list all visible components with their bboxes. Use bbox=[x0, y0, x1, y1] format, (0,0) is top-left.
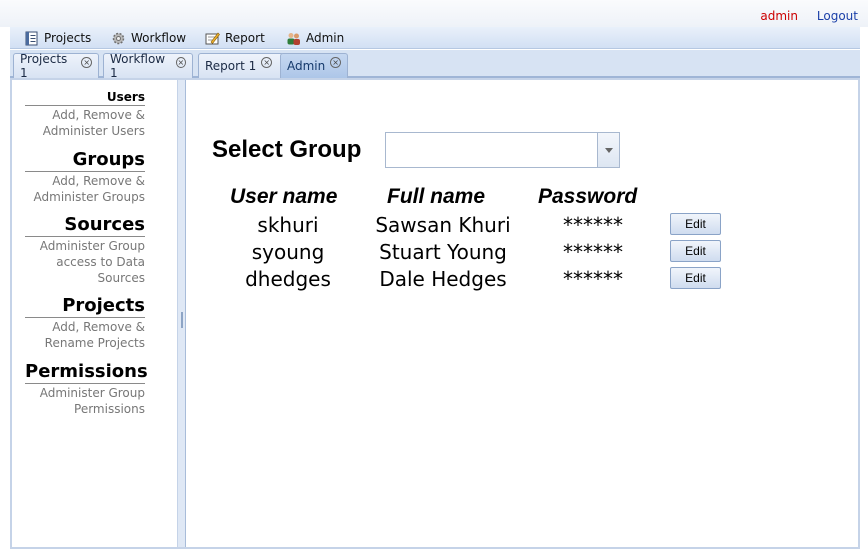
admin-sidebar: Users Add, Remove & Administer Users Gro… bbox=[12, 80, 178, 547]
close-icon[interactable]: × bbox=[175, 56, 186, 68]
group-select[interactable] bbox=[385, 132, 620, 168]
sidebar-item-groups[interactable]: Groups Add, Remove & Administer Groups bbox=[25, 149, 145, 205]
edit-button[interactable]: Edit bbox=[670, 267, 721, 289]
menu-item-admin[interactable]: Admin bbox=[286, 27, 344, 49]
sidebar-item-projects[interactable]: Projects Add, Remove & Rename Projects bbox=[25, 295, 145, 351]
tab-admin[interactable]: Admin × bbox=[280, 53, 348, 78]
sidebar-item-title: Sources bbox=[25, 214, 145, 237]
tab-workflow-1[interactable]: Workflow 1 × bbox=[103, 52, 193, 80]
sidebar-item-desc: Administer Group Permissions bbox=[39, 386, 145, 416]
cell-password: ****** bbox=[563, 267, 623, 291]
menu-item-workflow[interactable]: Workflow bbox=[111, 27, 186, 49]
sidebar-item-sources[interactable]: Sources Administer Group access to Data … bbox=[25, 214, 145, 286]
tab-projects-1[interactable]: Projects 1 × bbox=[13, 52, 99, 80]
projects-icon bbox=[25, 31, 38, 45]
tab-label: Report 1 bbox=[205, 59, 257, 73]
close-icon[interactable]: × bbox=[330, 56, 341, 68]
tab-label: Workflow 1 bbox=[110, 52, 166, 80]
sidebar-item-permissions[interactable]: Permissions Administer Group Permissions bbox=[25, 361, 148, 417]
sidebar-item-desc: Add, Remove & Administer Users bbox=[42, 108, 145, 138]
sidebar-item-title: Users bbox=[25, 90, 145, 106]
top-bar: admin Logout bbox=[0, 0, 868, 27]
sidebar-item-title: Projects bbox=[25, 295, 145, 318]
tab-label: Admin bbox=[287, 59, 326, 73]
chevron-down-icon[interactable] bbox=[597, 133, 619, 167]
menu-label: Report bbox=[225, 31, 265, 45]
select-group-label: Select Group bbox=[212, 136, 362, 163]
cell-username: syoung bbox=[251, 240, 325, 264]
sidebar-item-desc: Add, Remove & Administer Groups bbox=[33, 174, 145, 204]
menu-label: Workflow bbox=[131, 31, 187, 45]
cell-username: dhedges bbox=[245, 267, 331, 291]
sidebar-item-desc: Administer Group access to Data Sources bbox=[39, 239, 145, 285]
column-header-fullname: Full name bbox=[387, 185, 486, 208]
logout-link[interactable]: Logout bbox=[817, 9, 858, 23]
sidebar-item-title: Groups bbox=[25, 149, 145, 172]
column-header-password: Password bbox=[538, 185, 638, 208]
close-icon[interactable]: × bbox=[261, 56, 273, 68]
cell-password: ****** bbox=[563, 213, 623, 237]
report-icon bbox=[205, 32, 220, 44]
admin-users-icon bbox=[287, 32, 300, 45]
column-header-username: User name bbox=[230, 185, 338, 208]
tab-label: Projects 1 bbox=[20, 52, 68, 80]
menu-bar: Projects Workflow Report Admin bbox=[10, 27, 860, 49]
cell-fullname: Stuart Young bbox=[379, 240, 507, 264]
edit-button[interactable]: Edit bbox=[670, 240, 721, 262]
gear-icon bbox=[112, 32, 125, 44]
edit-button[interactable]: Edit bbox=[670, 213, 721, 235]
current-user-label: admin bbox=[760, 9, 798, 23]
sidebar-item-title: Permissions bbox=[25, 361, 148, 384]
sidebar-item-users[interactable]: Users Add, Remove & Administer Users bbox=[25, 90, 145, 139]
tab-bar: Projects 1 × Workflow 1 × Report 1 × Adm… bbox=[10, 50, 860, 80]
admin-content: Select Group User name Full name Passwor… bbox=[188, 80, 858, 547]
menu-label: Admin bbox=[306, 31, 345, 45]
sidebar-splitter[interactable] bbox=[178, 80, 186, 547]
splitter-grip-icon[interactable] bbox=[181, 312, 183, 328]
menu-label: Projects bbox=[44, 31, 92, 45]
cell-password: ****** bbox=[563, 240, 623, 264]
menu-item-report[interactable]: Report bbox=[205, 27, 265, 49]
cell-fullname: Dale Hedges bbox=[379, 267, 507, 291]
cell-username: skhuri bbox=[257, 213, 319, 237]
tab-report-1[interactable]: Report 1 × bbox=[198, 53, 284, 78]
sidebar-item-desc: Add, Remove & Rename Projects bbox=[44, 320, 145, 350]
cell-fullname: Sawsan Khuri bbox=[375, 213, 511, 237]
menu-item-projects[interactable]: Projects bbox=[24, 27, 91, 49]
close-icon[interactable]: × bbox=[81, 56, 92, 68]
